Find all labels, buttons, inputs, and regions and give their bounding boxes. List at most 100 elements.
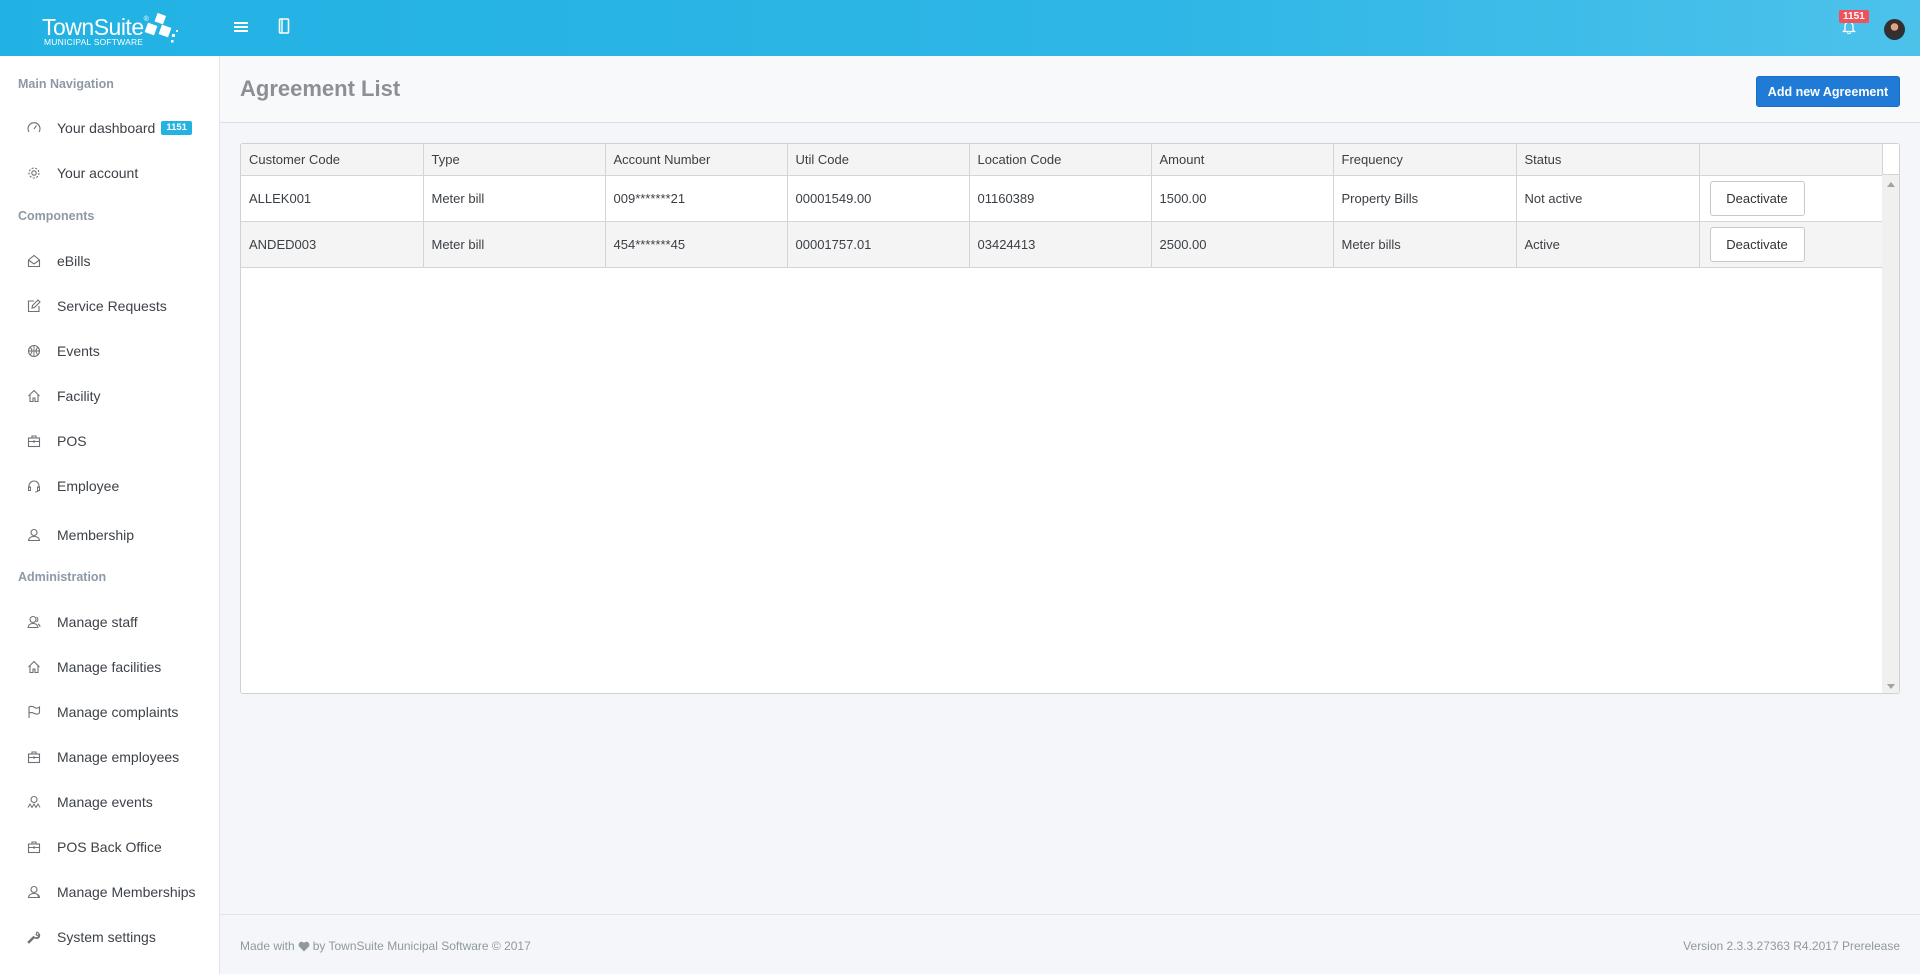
sidebar-item-events[interactable]: Events xyxy=(0,333,219,369)
cell-frequency: Meter bills xyxy=(1333,221,1517,268)
dashboard-icon xyxy=(26,120,42,136)
home-icon xyxy=(26,388,42,404)
cell-customer-code: ALLEK001 xyxy=(241,175,424,222)
scroll-up-arrow-icon[interactable] xyxy=(1887,182,1895,187)
user-icon xyxy=(26,527,42,543)
sidebar-item-label: Employee xyxy=(57,478,120,494)
footer-made-with: Made with xyxy=(240,939,295,953)
sidebar-item-pos[interactable]: POS xyxy=(0,423,219,459)
cell-type: Meter bill xyxy=(423,221,606,268)
column-header-actions xyxy=(1699,144,1884,176)
sidebar-item-manage-facilities[interactable]: Manage facilities xyxy=(0,649,219,685)
sidebar-item-manage-memberships[interactable]: Manage Memberships xyxy=(0,874,219,910)
brand-subtitle: MUNICIPAL SOFTWARE xyxy=(44,37,144,47)
sidebar-item-employee[interactable]: Employee xyxy=(0,468,219,504)
table-row[interactable]: ALLEK001 Meter bill 009*******21 0000154… xyxy=(241,175,1884,222)
sidebar-item-manage-events[interactable]: Manage events xyxy=(0,784,219,820)
scroll-down-arrow-icon[interactable] xyxy=(1887,684,1895,689)
sidebar-item-label: POS xyxy=(57,433,87,449)
section-administration: Administration xyxy=(18,570,107,584)
cell-util-code: 00001549.00 xyxy=(787,175,970,222)
sidebar-item-dashboard[interactable]: Your dashboard 1151 xyxy=(0,110,219,146)
sidebar-item-label: Membership xyxy=(57,527,135,543)
cell-amount: 2500.00 xyxy=(1151,221,1334,268)
sidebar-item-label: Facility xyxy=(57,388,101,404)
sidebar-item-system-settings[interactable]: System settings xyxy=(0,919,219,955)
table-header-row: Customer Code Type Account Number Util C… xyxy=(241,144,1884,176)
dashboard-count-badge: 1151 xyxy=(161,121,192,135)
sidebar-item-label: Manage complaints xyxy=(57,704,179,720)
agreement-grid: Customer Code Type Account Number Util C… xyxy=(240,143,1900,694)
briefcase-icon xyxy=(26,839,42,855)
envelope-icon xyxy=(26,253,42,269)
column-header-status[interactable]: Status xyxy=(1516,144,1700,176)
cell-frequency: Property Bills xyxy=(1333,175,1517,222)
footer-credit: Made with by TownSuite Municipal Softwar… xyxy=(240,939,531,953)
sidebar-item-manage-staff[interactable]: Manage staff xyxy=(0,604,219,640)
column-header-location-code[interactable]: Location Code xyxy=(969,144,1152,176)
sidebar-item-label: eBills xyxy=(57,253,91,269)
basketball-icon xyxy=(26,343,42,359)
sidebar-item-label: Manage Memberships xyxy=(57,884,196,900)
book-icon xyxy=(278,18,290,34)
sidebar-item-label: Your dashboard xyxy=(57,120,156,136)
sidebar-item-manage-employees[interactable]: Manage employees xyxy=(0,739,219,775)
column-header-frequency[interactable]: Frequency xyxy=(1333,144,1517,176)
sidebar-item-label: Your account xyxy=(57,165,139,181)
footer-by: by TownSuite Municipal Software © 2017 xyxy=(312,939,531,953)
home-icon xyxy=(26,659,42,675)
sidebar-item-label: Events xyxy=(57,343,100,359)
cell-type: Meter bill xyxy=(423,175,606,222)
user-plus-icon xyxy=(26,884,42,900)
user-avatar[interactable] xyxy=(1884,19,1905,40)
section-main-navigation: Main Navigation xyxy=(18,77,114,91)
cell-status: Not active xyxy=(1516,175,1700,222)
deactivate-button[interactable]: Deactivate xyxy=(1709,226,1805,262)
sidebar-item-facility[interactable]: Facility xyxy=(0,378,219,414)
agreement-table: Customer Code Type Account Number Util C… xyxy=(241,144,1884,268)
headset-icon xyxy=(26,478,42,494)
townsuite-logo[interactable]: TownSuite® MUNICIPAL SOFTWARE xyxy=(40,12,190,48)
column-header-account-number[interactable]: Account Number xyxy=(605,144,788,176)
sidebar-item-label: Manage staff xyxy=(57,614,138,630)
grid-corner xyxy=(1882,144,1899,175)
cell-account-number: 009*******21 xyxy=(605,175,788,222)
sidebar-item-label: Service Requests xyxy=(57,298,167,314)
sidebar-item-membership[interactable]: Membership xyxy=(0,517,219,553)
notebook-button[interactable] xyxy=(275,15,293,37)
add-new-agreement-button[interactable]: Add new Agreement xyxy=(1756,76,1900,107)
column-header-amount[interactable]: Amount xyxy=(1151,144,1334,176)
cell-action: Deactivate xyxy=(1699,175,1884,222)
cell-action: Deactivate xyxy=(1699,221,1884,268)
footer: Made with by TownSuite Municipal Softwar… xyxy=(220,914,1920,974)
briefcase-icon xyxy=(26,433,42,449)
sidebar-item-manage-complaints[interactable]: Manage complaints xyxy=(0,694,219,730)
logo-mark-icon xyxy=(144,12,178,43)
column-header-type[interactable]: Type xyxy=(423,144,606,176)
cell-account-number: 454*******45 xyxy=(605,221,788,268)
sidebar: Main Navigation Your dashboard 1151 Your… xyxy=(0,56,220,974)
cell-location-code: 03424413 xyxy=(969,221,1152,268)
page-header: Agreement List Add new Agreement xyxy=(220,56,1920,123)
sidebar-item-label: Manage events xyxy=(57,794,153,810)
column-header-customer-code[interactable]: Customer Code xyxy=(241,144,424,176)
briefcase-icon xyxy=(26,749,42,765)
sidebar-item-label: System settings xyxy=(57,929,156,945)
top-bar: TownSuite® MUNICIPAL SOFTWARE 1151 xyxy=(0,0,1920,56)
page-title: Agreement List xyxy=(240,76,401,101)
cell-amount: 1500.00 xyxy=(1151,175,1334,222)
wrench-icon xyxy=(26,929,42,945)
heart-icon xyxy=(298,941,310,951)
sidebar-item-pos-back-office[interactable]: POS Back Office xyxy=(0,829,219,865)
sidebar-item-service-requests[interactable]: Service Requests xyxy=(0,288,219,324)
cell-status: Active xyxy=(1516,221,1700,268)
menu-toggle-button[interactable] xyxy=(232,17,250,37)
sidebar-item-account[interactable]: Your account xyxy=(0,155,219,191)
vertical-scrollbar[interactable] xyxy=(1882,175,1899,693)
footer-version: Version 2.3.3.27363 R4.2017 Prerelease xyxy=(1683,939,1900,953)
column-header-util-code[interactable]: Util Code xyxy=(787,144,970,176)
deactivate-button[interactable]: Deactivate xyxy=(1709,180,1805,216)
sidebar-item-ebills[interactable]: eBills xyxy=(0,243,219,279)
users-icon xyxy=(26,614,42,630)
table-row[interactable]: ANDED003 Meter bill 454*******45 0000175… xyxy=(241,221,1884,268)
